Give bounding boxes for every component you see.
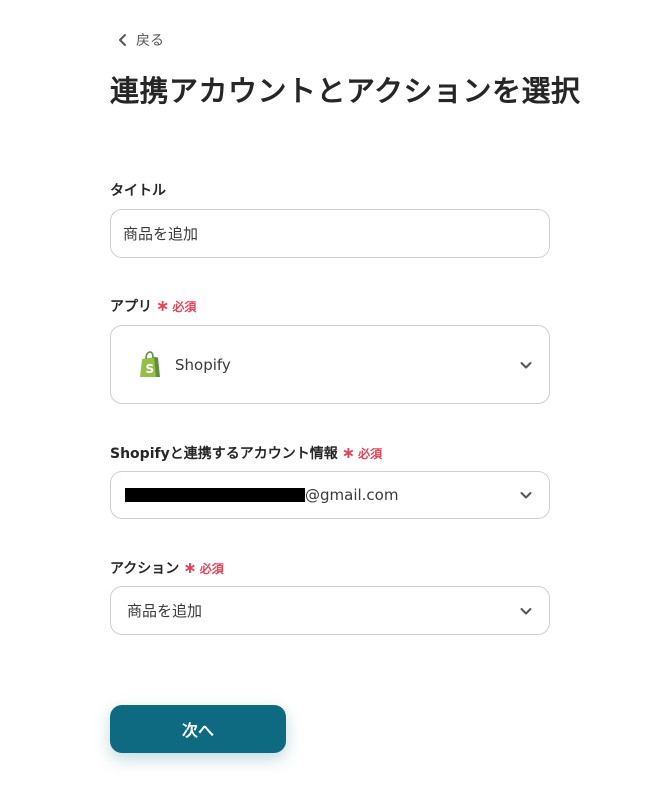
title-label-text: タイトル bbox=[110, 183, 166, 199]
required-badge: ∗ 必須 bbox=[183, 560, 223, 577]
account-email-suffix: @gmail.com bbox=[305, 486, 399, 504]
required-badge: ∗ 必須 bbox=[342, 445, 382, 462]
action-field-label: アクション ∗ 必須 bbox=[110, 558, 224, 578]
next-button[interactable]: 次へ bbox=[110, 705, 286, 753]
page: 戻る 連携アカウントとアクションを選択 タイトル 商品を追加 アプリ ∗ 必須 … bbox=[0, 0, 660, 795]
chevron-down-icon bbox=[520, 607, 532, 614]
app-label-text: アプリ bbox=[110, 299, 152, 315]
shopify-bag-icon: S bbox=[140, 350, 160, 377]
action-label-text: アクション bbox=[110, 561, 180, 577]
action-select[interactable]: 商品を追加 bbox=[110, 586, 550, 635]
asterisk-icon: ∗ bbox=[183, 558, 197, 577]
back-label: 戻る bbox=[136, 33, 164, 49]
account-label-text: Shopifyと連携するアカウント情報 bbox=[110, 446, 338, 462]
account-select[interactable]: @gmail.com bbox=[110, 471, 550, 519]
action-select-value: 商品を追加 bbox=[127, 602, 203, 620]
required-text: 必須 bbox=[199, 561, 224, 576]
chevron-left-icon bbox=[119, 34, 126, 46]
required-text: 必須 bbox=[172, 299, 197, 314]
title-input-value: 商品を追加 bbox=[123, 225, 199, 243]
svg-text:S: S bbox=[146, 362, 155, 376]
app-select[interactable]: S Shopify bbox=[110, 325, 550, 404]
chevron-down-icon bbox=[520, 492, 532, 499]
redacted-email bbox=[125, 488, 305, 502]
asterisk-icon: ∗ bbox=[341, 443, 356, 462]
required-text: 必須 bbox=[358, 446, 383, 461]
required-badge: ∗ 必須 bbox=[156, 298, 196, 315]
account-field-label: Shopifyと連携するアカウント情報 ∗ 必須 bbox=[110, 443, 382, 463]
app-select-value: Shopify bbox=[175, 355, 231, 374]
app-field-label: アプリ ∗ 必須 bbox=[110, 296, 196, 316]
asterisk-icon: ∗ bbox=[156, 296, 170, 315]
chevron-down-icon bbox=[520, 361, 532, 368]
title-input[interactable]: 商品を追加 bbox=[110, 209, 550, 258]
back-link[interactable]: 戻る bbox=[116, 30, 164, 50]
title-field-label: タイトル bbox=[110, 180, 166, 200]
page-title: 連携アカウントとアクションを選択 bbox=[110, 74, 581, 108]
